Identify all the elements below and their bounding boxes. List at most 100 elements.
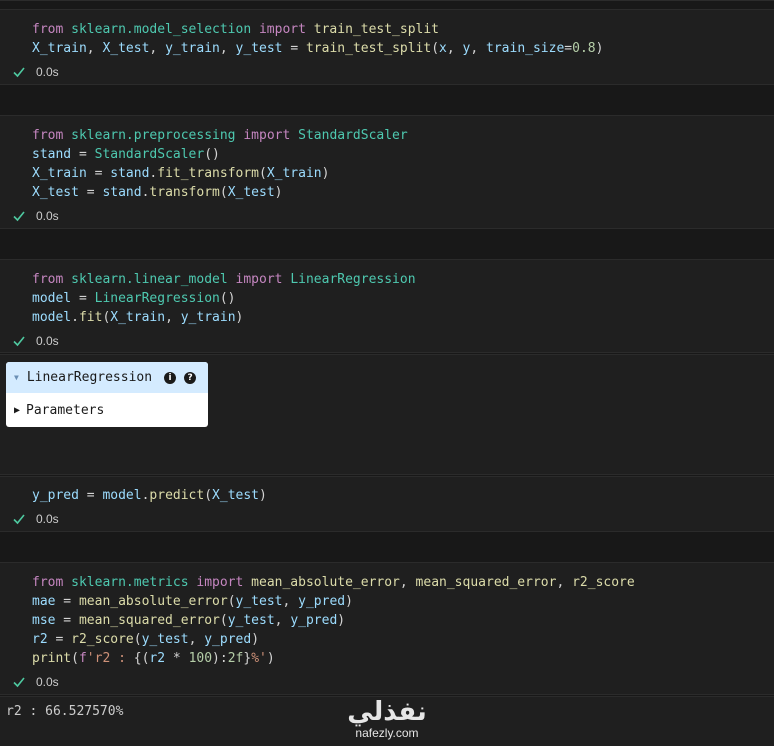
code-token: = — [55, 594, 79, 609]
code-token: r2 — [32, 632, 48, 647]
code-token: from — [32, 272, 64, 287]
code-token: 0.8 — [572, 41, 596, 56]
code-token: %' — [251, 651, 267, 666]
code-token: r2 — [149, 651, 166, 666]
cell-code[interactable]: from sklearn.model_selection import trai… — [32, 20, 603, 58]
watermark-url: nafezly.com — [355, 726, 419, 740]
code-token: stand — [102, 185, 142, 200]
code-token: = — [47, 632, 72, 647]
code-line[interactable]: from sklearn.preprocessing import Standa… — [32, 126, 408, 145]
code-token: y_train — [180, 310, 236, 325]
code-token: y_pred — [298, 594, 346, 609]
code-token: import — [196, 575, 244, 590]
estimator-widget[interactable]: ▼ LinearRegression i ? ▶ Parameters — [6, 362, 208, 427]
expand-triangle-icon[interactable]: ▶ — [14, 405, 20, 416]
code-token: mean_squared_error — [78, 613, 220, 628]
cell-separator — [0, 84, 774, 116]
code-line[interactable]: mae = mean_absolute_error(y_test, y_pred… — [32, 592, 635, 611]
code-token: X_test — [227, 185, 275, 200]
code-token: from — [32, 128, 64, 143]
watermark-arabic: نفذلي — [347, 697, 427, 727]
estimator-title: LinearRegression — [26, 370, 153, 385]
code-line[interactable]: X_train = stand.fit_transform(X_train) — [32, 164, 408, 183]
code-line[interactable]: model.fit(X_train, y_train) — [32, 308, 416, 327]
cell-separator — [0, 531, 774, 563]
code-token: mse — [32, 613, 56, 628]
code-line[interactable]: X_test = stand.transform(X_test) — [32, 183, 408, 202]
code-token: y_test — [227, 613, 275, 628]
code-token: ( — [204, 488, 213, 503]
code-token: y_pred — [290, 613, 338, 628]
code-token: mean_squared_error — [415, 575, 557, 590]
code-token: * — [165, 651, 189, 666]
code-token: print — [32, 651, 72, 666]
code-line[interactable]: model = LinearRegression() — [32, 289, 416, 308]
code-token: y_train — [165, 41, 220, 56]
code-token: X_test — [212, 488, 260, 503]
execution-time: 0.0s — [36, 334, 59, 348]
cell-code[interactable]: y_pred = model.predict(X_test) — [32, 486, 267, 505]
code-line[interactable]: r2 = r2_score(y_test, y_pred) — [32, 630, 635, 649]
execution-time: 0.0s — [36, 512, 59, 526]
code-token: ): — [212, 651, 228, 666]
code-token: ( — [227, 594, 236, 609]
code-token: ( — [431, 41, 440, 56]
code-token: stand — [110, 166, 150, 181]
code-token: StandardScaler — [94, 147, 205, 162]
code-line[interactable]: from sklearn.linear_model import LinearR… — [32, 270, 416, 289]
code-token: train_size — [486, 41, 565, 56]
code-token: ( — [259, 166, 267, 181]
cell-code[interactable]: from sklearn.linear_model import LinearR… — [32, 270, 416, 327]
code-line[interactable]: stand = StandardScaler() — [32, 145, 408, 164]
code-token: transform — [149, 185, 220, 200]
code-token: {( — [133, 651, 150, 666]
code-token: f — [78, 651, 87, 666]
code-line[interactable]: print(f'r2 : {(r2 * 100):2f}%') — [32, 649, 635, 668]
cell-code[interactable]: from sklearn.preprocessing import Standa… — [32, 126, 408, 202]
code-token: 'r2 : — [86, 651, 134, 666]
execution-time: 0.0s — [36, 675, 59, 689]
code-token: sklearn.preprocessing — [71, 128, 236, 143]
code-token: ) — [259, 488, 267, 503]
code-token: , — [446, 41, 463, 56]
code-token: mean_absolute_error — [251, 575, 400, 590]
info-icon[interactable]: i — [164, 371, 177, 384]
code-line[interactable]: y_pred = model.predict(X_test) — [32, 486, 267, 505]
cell-code[interactable]: from sklearn.metrics import mean_absolut… — [32, 573, 635, 668]
code-token: , — [219, 41, 236, 56]
code-token: mean_absolute_error — [78, 594, 228, 609]
estimator-header[interactable]: ▼ LinearRegression i ? — [6, 362, 208, 393]
code-token: from — [32, 22, 64, 37]
code-line[interactable]: mse = mean_squared_error(y_test, y_pred) — [32, 611, 635, 630]
cell-separator — [0, 352, 774, 355]
code-token: r2_score — [71, 632, 134, 647]
code-token: y_pred — [32, 488, 79, 503]
parameters-toggle[interactable]: ▶ Parameters — [6, 393, 208, 427]
code-line[interactable]: X_train, X_test, y_train, y_test = train… — [32, 39, 603, 58]
code-token: from — [32, 575, 64, 590]
code-token: = — [86, 166, 111, 181]
collapse-triangle-icon[interactable]: ▼ — [14, 373, 19, 382]
code-token: mae — [32, 594, 56, 609]
check-icon — [13, 211, 25, 222]
code-token: StandardScaler — [298, 128, 408, 143]
code-token: X_train — [266, 166, 322, 181]
code-token: = — [55, 613, 79, 628]
code-token: 100 — [188, 651, 213, 666]
code-token: sklearn.metrics — [71, 575, 189, 590]
code-line[interactable]: from sklearn.metrics import mean_absolut… — [32, 573, 635, 592]
code-token: = — [78, 488, 103, 503]
code-token: , — [556, 575, 573, 590]
code-line[interactable]: from sklearn.model_selection import trai… — [32, 20, 603, 39]
execution-status: 0.0s — [12, 65, 59, 79]
code-token: x — [439, 41, 447, 56]
help-icon[interactable]: ? — [184, 371, 197, 384]
check-icon — [13, 67, 25, 78]
code-token: ) — [337, 613, 346, 628]
code-token: 2f — [227, 651, 244, 666]
code-token: ) — [321, 166, 330, 181]
